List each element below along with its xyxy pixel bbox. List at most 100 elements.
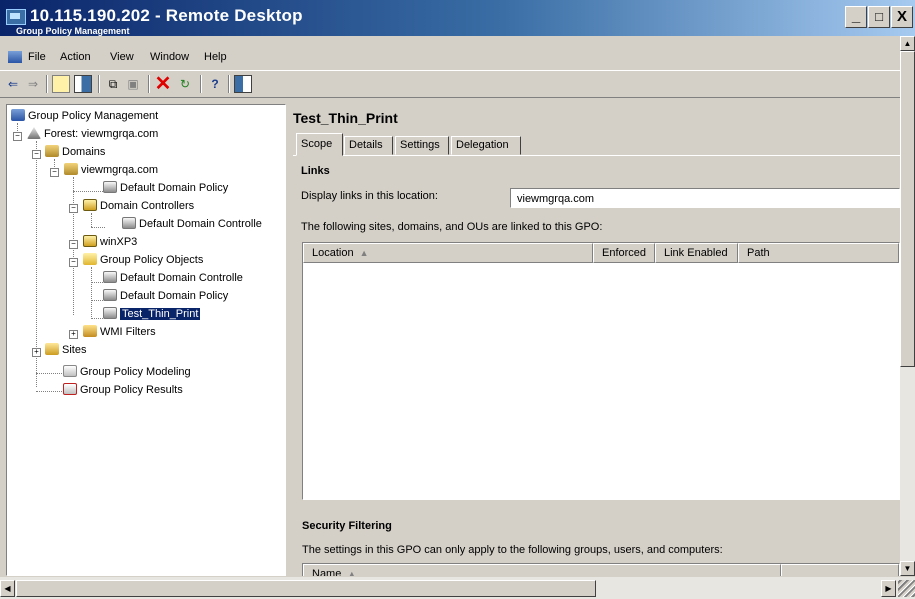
back-icon[interactable]: ⇐ [4, 75, 22, 93]
forward-icon[interactable]: ⇒ [24, 75, 42, 93]
column-header-path[interactable]: Path [738, 243, 899, 263]
resize-grip[interactable] [898, 580, 915, 597]
gpo-link-icon [103, 181, 117, 193]
gpo-icon [103, 307, 117, 319]
restore-button[interactable]: □ [868, 6, 890, 28]
toolbar-separator [148, 75, 150, 93]
tree-line [91, 267, 92, 317]
tree-item-label: Default Domain Policy [120, 290, 229, 302]
toolbar-separator [200, 75, 202, 93]
group-policy-management-icon [11, 109, 25, 121]
menu-view[interactable]: View [110, 51, 134, 63]
up-folder-icon[interactable] [52, 75, 70, 93]
console-tree[interactable]: Group Policy Management − Forest: viewmg… [6, 104, 286, 576]
modeling-icon [63, 365, 77, 377]
tree-item-label: Group Policy Modeling [80, 366, 191, 378]
security-filtering-table[interactable]: Name ▲ [302, 563, 900, 576]
tree-group-policy-objects[interactable]: Group Policy Objects [83, 252, 203, 269]
tree-forest[interactable]: Forest: viewmgrqa.com [27, 126, 158, 143]
tab-settings[interactable]: Settings [395, 136, 449, 155]
scroll-right-button[interactable]: ▶ [881, 580, 896, 597]
tree-root[interactable]: Group Policy Management [11, 108, 158, 125]
tab-scope[interactable]: Scope [296, 133, 343, 156]
remote-desktop-icon [6, 9, 26, 25]
tree-group-policy-modeling[interactable]: Group Policy Modeling [63, 364, 191, 381]
tree-default-domain-controllers-link[interactable]: Default Domain Controlle [122, 216, 262, 233]
gpo-icon [103, 271, 117, 283]
domains-icon [45, 145, 59, 157]
security-filtering-heading: Security Filtering [302, 520, 392, 532]
tree-domain[interactable]: viewmgrqa.com [64, 162, 158, 179]
column-header-name[interactable]: Name ▲ [303, 564, 781, 576]
scroll-up-button[interactable]: ▲ [900, 36, 915, 51]
tab-delegation[interactable]: Delegation [451, 136, 521, 155]
close-button[interactable]: X [891, 6, 913, 28]
toolbar-separator [98, 75, 100, 93]
collapse-domains-toggle[interactable]: − [32, 150, 41, 159]
refresh-icon[interactable]: ↻ [176, 75, 194, 93]
tree-gpo-item[interactable]: Default Domain Policy [103, 288, 228, 305]
column-header-enforced[interactable]: Enforced [593, 243, 655, 263]
help-icon[interactable]: ? [206, 75, 224, 93]
horizontal-scroll-thumb[interactable] [16, 580, 596, 597]
tree-domains-label: Domains [62, 146, 106, 158]
tree-domains[interactable]: Domains [45, 144, 105, 161]
delete-icon[interactable]: ✕ [154, 74, 172, 94]
expand-winxp3-toggle[interactable]: − [69, 240, 78, 249]
collapse-domain-toggle[interactable]: − [50, 168, 59, 177]
collapse-gpo-container-toggle[interactable]: − [69, 258, 78, 267]
forest-icon [27, 127, 41, 139]
action-pane-icon[interactable] [234, 75, 252, 93]
column-header-location[interactable]: Location ▲ [303, 243, 593, 263]
linked-description: The following sites, domains, and OUs ar… [301, 221, 603, 233]
app-menu-icon[interactable] [8, 51, 22, 63]
expand-wmi-filters-toggle[interactable]: + [69, 330, 78, 339]
scroll-down-button[interactable]: ▼ [900, 561, 915, 576]
tree-gpo-item-selected[interactable]: Test_Thin_Print [103, 306, 201, 323]
tree-forest-label: Forest: viewmgrqa.com [44, 128, 159, 140]
links-heading: Links [301, 165, 330, 177]
minimize-button[interactable]: _ [845, 6, 867, 28]
tree-root-label: Group Policy Management [28, 110, 159, 122]
tree-item-label: Default Domain Controlle [139, 218, 262, 230]
horizontal-scrollbar[interactable]: ◀ ▶ [0, 576, 915, 599]
menu-window[interactable]: Window [150, 51, 189, 63]
show-hide-tree-icon[interactable] [74, 75, 92, 93]
tree-default-domain-policy-link[interactable]: Default Domain Policy [103, 180, 228, 197]
menu-action[interactable]: Action [60, 51, 91, 63]
results-icon [63, 383, 77, 395]
window-title: 10.115.190.202 - Remote Desktop [30, 6, 303, 25]
tree-group-policy-results[interactable]: Group Policy Results [63, 382, 183, 399]
paste-icon[interactable]: ▣ [124, 75, 142, 93]
links-table[interactable]: Location ▲ Enforced Link Enabled Path [302, 242, 900, 500]
tree-domain-controllers[interactable]: Domain Controllers [83, 198, 194, 215]
menu-file[interactable]: File [28, 51, 46, 63]
display-links-location-select[interactable]: viewmgrqa.com [510, 188, 900, 208]
expand-sites-toggle[interactable]: + [32, 348, 41, 357]
tree-wmi-filters[interactable]: WMI Filters [83, 324, 156, 341]
toolbar: ⇐ ⇒ ⧉ ▣ ✕ ↻ ? [0, 70, 900, 98]
collapse-forest-toggle[interactable]: − [13, 132, 22, 141]
column-header-blank [781, 564, 899, 576]
vertical-scroll-thumb[interactable] [900, 51, 915, 367]
tree-item-label: WMI Filters [100, 326, 156, 338]
toolbar-separator [228, 75, 230, 93]
tree-winxp3[interactable]: winXP3 [83, 234, 137, 251]
scroll-left-button[interactable]: ◀ [0, 580, 15, 597]
tree-item-label: winXP3 [100, 236, 138, 248]
domain-icon [64, 163, 78, 175]
tree-item-label: Test_Thin_Print [120, 308, 201, 320]
gpo-link-icon [122, 217, 136, 229]
tree-domain-label: viewmgrqa.com [81, 164, 159, 176]
vertical-scrollbar[interactable]: ▲ ▼ [900, 36, 915, 576]
copy-icon[interactable]: ⧉ [104, 75, 122, 93]
gpo-icon [103, 289, 117, 301]
tree-gpo-item[interactable]: Default Domain Controlle [103, 270, 243, 287]
tab-details[interactable]: Details [344, 136, 393, 155]
column-header-link-enabled[interactable]: Link Enabled [655, 243, 738, 263]
menu-help[interactable]: Help [204, 51, 227, 63]
collapse-domain-controllers-toggle[interactable]: − [69, 204, 78, 213]
tree-sites[interactable]: Sites [45, 342, 86, 359]
tree-line [36, 391, 66, 392]
remote-desktop-title-bar[interactable]: Group Policy Management 10.115.190.202 -… [0, 0, 915, 36]
